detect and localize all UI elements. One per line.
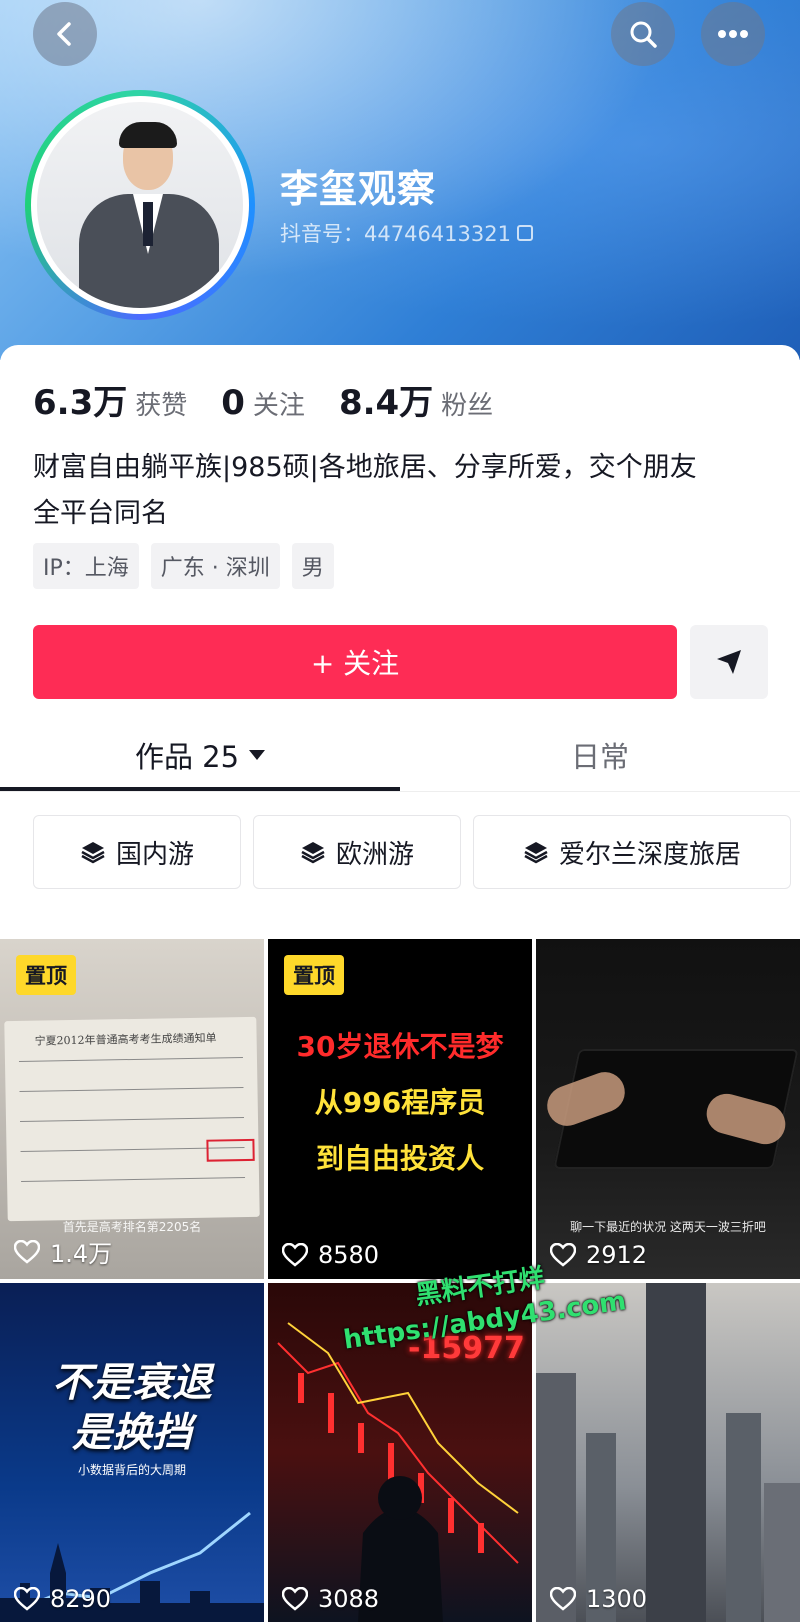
heart-icon xyxy=(282,1243,308,1267)
thumbnail-title-line: 是换挡 xyxy=(72,1410,192,1456)
caret-down-icon xyxy=(249,750,266,760)
like-count: 8290 xyxy=(14,1585,111,1613)
heart-icon xyxy=(550,1587,576,1611)
back-button[interactable] xyxy=(33,2,97,66)
tag-location: 广东 · 深圳 xyxy=(150,543,280,589)
stat-likes[interactable]: 6.3万 获赞 xyxy=(33,375,187,424)
bio-line: 财富自由躺平族|985硕|各地旅居、分享所爱，交个朋友 xyxy=(33,452,697,483)
like-count-text: 8580 xyxy=(318,1241,380,1269)
thumbnail-text: 30岁退休不是梦 从996程序员 到自由投资人 xyxy=(268,1019,532,1187)
video-caption: 首先是高考排名第2205名 xyxy=(62,1220,202,1234)
layers-icon xyxy=(81,842,105,864)
profile-card: 6.3万 获赞 0 关注 8.4万 粉丝 财富自由躺平族|985硕|各地旅居、分… xyxy=(0,345,800,1622)
tag-gender: 男 xyxy=(291,543,334,589)
profile-tags: IP：上海 广东 · 深圳 男 xyxy=(33,543,334,589)
stats-row: 6.3万 获赞 0 关注 8.4万 粉丝 xyxy=(33,375,493,424)
content-tabs: 作品 25 日常 xyxy=(0,725,800,785)
stat-number: 6.3万 xyxy=(33,383,128,423)
tag-ip: IP：上海 xyxy=(33,543,139,589)
document-title: 宁夏2012年普通高考考生成绩通知单 xyxy=(34,1031,217,1048)
like-count-text: 8290 xyxy=(50,1585,112,1613)
layers-icon xyxy=(524,842,548,864)
avatar-ring[interactable] xyxy=(25,90,255,320)
tab-daily[interactable]: 日常 xyxy=(400,725,800,785)
share-button[interactable] xyxy=(690,625,768,699)
heart-icon xyxy=(14,1239,40,1264)
search-button[interactable] xyxy=(611,2,675,66)
like-count: 1.4万 xyxy=(14,1234,112,1269)
video-tile[interactable]: 聊一下最近的状况 这两天一波三折吧 2912 xyxy=(536,939,800,1279)
tab-works[interactable]: 作品 25 xyxy=(0,725,400,785)
bio-line: 全平台同名 xyxy=(33,498,168,529)
tab-works-label: 作品 25 xyxy=(134,740,240,774)
collection-label: 国内游 xyxy=(115,839,194,870)
follow-button[interactable]: + 关注 xyxy=(33,625,677,699)
collection-europe[interactable]: 欧洲游 xyxy=(253,815,461,889)
like-count: 8580 xyxy=(282,1241,379,1269)
video-tile[interactable]: 置顶 宁夏2012年普通高考考生成绩通知单 首先是高考排名第2205名 1.4万 xyxy=(0,939,264,1279)
video-caption: 聊一下最近的状况 这两天一波三折吧 xyxy=(570,1220,766,1234)
stat-label: 关注 xyxy=(252,391,305,421)
video-tile[interactable]: 1300 xyxy=(536,1283,800,1622)
chevron-left-icon xyxy=(57,22,71,46)
like-count: 3088 xyxy=(282,1585,379,1613)
video-tile[interactable]: 不是衰退 是换挡 小数据背后的大周期 8290 xyxy=(0,1283,264,1622)
search-icon xyxy=(630,21,657,48)
bio: 财富自由躺平族|985硕|各地旅居、分享所爱，交个朋友 全平台同名 xyxy=(33,445,773,537)
stat-following[interactable]: 0 关注 xyxy=(221,383,305,423)
profile-name: 李玺观察 xyxy=(280,167,437,211)
like-count-text: 1.4万 xyxy=(50,1240,113,1268)
collection-ireland[interactable]: 爱尔兰深度旅居 xyxy=(473,815,791,889)
collection-label: 欧洲游 xyxy=(335,839,414,870)
send-icon xyxy=(717,650,741,674)
thumbnail-subtitle: 小数据背后的大周期 xyxy=(77,1463,186,1477)
layers-icon xyxy=(301,842,325,864)
tab-divider xyxy=(0,791,800,792)
stat-label: 粉丝 xyxy=(441,391,494,421)
stat-number: 0 xyxy=(221,383,245,423)
more-dots-icon xyxy=(718,30,748,38)
douyin-id[interactable]: 抖音号：44746413321 xyxy=(280,218,533,248)
pinned-badge: 置顶 xyxy=(284,955,344,995)
profile-page: 李玺观察 抖音号：44746413321 6.3万 获赞 0 关注 8.4万 粉… xyxy=(0,0,800,1622)
more-button[interactable] xyxy=(701,2,765,66)
thumbnail-line: 30岁退休不是梦 xyxy=(296,1030,504,1063)
thumbnail-title-line: 不是衰退 xyxy=(52,1360,212,1406)
heart-icon xyxy=(14,1587,40,1611)
thumbnail-line: 到自由投资人 xyxy=(315,1142,484,1175)
like-count-text: 1300 xyxy=(586,1585,648,1613)
stat-followers[interactable]: 8.4万 粉丝 xyxy=(339,375,493,424)
collections-row: 国内游 欧洲游 爱尔兰深度旅居 xyxy=(33,815,791,889)
avatar xyxy=(31,96,249,314)
like-count-text: 3088 xyxy=(318,1585,380,1613)
video-tile[interactable]: 置顶 30岁退休不是梦 从996程序员 到自由投资人 8580 xyxy=(268,939,532,1279)
collection-domestic[interactable]: 国内游 xyxy=(33,815,241,889)
pinned-badge: 置顶 xyxy=(16,955,76,995)
douyin-id-text: 抖音号：44746413321 xyxy=(280,222,511,246)
stat-number: 8.4万 xyxy=(338,383,434,423)
copy-icon[interactable] xyxy=(516,225,533,241)
thumbnail-line: 从996程序员 xyxy=(314,1086,486,1119)
thumbnail-document: 宁夏2012年普通高考考生成绩通知单 xyxy=(4,1016,260,1222)
heart-icon xyxy=(282,1587,308,1611)
collection-label: 爱尔兰深度旅居 xyxy=(558,839,741,870)
like-count: 1300 xyxy=(550,1585,647,1613)
stat-label: 获赞 xyxy=(135,391,188,421)
